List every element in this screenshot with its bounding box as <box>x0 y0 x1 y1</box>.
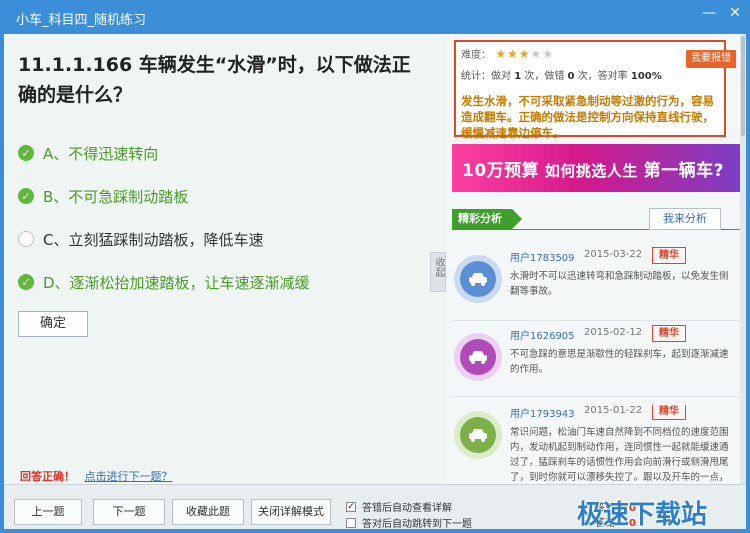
accuracy-value: 100% <box>630 71 662 82</box>
option-d-label: D、逐渐松抬加速踏板，让车速逐渐减缓 <box>43 273 310 292</box>
bottom-toolbar: 上一题 下一题 收藏此题 关闭详解模式 ✓ 答错后自动查看详解 答对后自动跳转到… <box>4 484 746 530</box>
comment-date: 2015-01-22 <box>584 405 643 416</box>
question-text: 11.1.1.166 车辆发生“水滑”时，以下做法正确的是什么？ <box>18 54 411 106</box>
comment-divider <box>452 320 740 321</box>
question-panel: 11.1.1.166 车辆发生“水滑”时，以下做法正确的是什么？ ✓ A、不得迅… <box>4 34 446 484</box>
comment-divider <box>452 396 740 397</box>
analysis-section-tag: 精彩分析 <box>452 209 522 229</box>
car-icon <box>460 261 496 297</box>
close-detail-mode-button[interactable]: 关闭详解模式 <box>251 499 331 525</box>
option-d[interactable]: ✓ D、逐渐松抬加速踏板，让车速逐渐减缓 <box>18 270 310 294</box>
comment-item: 用户1783509 2015-03-22 精华 水滑时不可以迅速转弯和急踩制动踏… <box>452 247 740 327</box>
banner-text-c: 第一辆车? <box>643 161 725 181</box>
wrong-count: 0 <box>567 71 575 82</box>
featured-badge: 精华 <box>652 325 686 342</box>
scrollbar-thumb[interactable] <box>741 36 745 136</box>
comment-date: 2015-03-22 <box>584 249 643 260</box>
main-content: 11.1.1.166 车辆发生“水滑”时，以下做法正确的是什么？ ✓ A、不得迅… <box>4 34 746 530</box>
collapse-label: 收起 <box>433 257 444 277</box>
featured-badge: 精华 <box>652 247 686 264</box>
check-icon: ✓ <box>18 274 34 290</box>
checkbox-icon <box>346 517 356 528</box>
stats-prefix: 统计：做对 <box>461 71 511 82</box>
comment-user[interactable]: 用户1793943 <box>510 405 575 420</box>
next-question-button[interactable]: 下一题 <box>93 499 165 525</box>
checkbox-label: 答错后自动查看详解 <box>362 503 452 514</box>
answer-result: 回答正确！ 点击进行下一题？ <box>20 468 173 484</box>
comment-item: 用户1793943 2015-01-22 精华 常识问题，松油门车速自然降到不同… <box>452 405 740 484</box>
my-analysis-button[interactable]: 我来分析 <box>649 208 721 230</box>
stats-mid1: 次，做错 <box>524 71 565 82</box>
difficulty-label: 难度： <box>461 50 491 61</box>
banner-text: 10万预算 如何挑选人生 第一辆车? <box>462 156 724 181</box>
next-question-link[interactable]: 点击进行下一题？ <box>85 470 173 483</box>
info-box: 难度： ★★★★★ 统计：做对 1 次，做错 0 次，答对率 100% 我要报错… <box>454 40 736 140</box>
comment-user[interactable]: 用户1626905 <box>510 327 575 342</box>
checkbox-icon: ✓ <box>346 501 356 512</box>
auto-view-detail-checkbox[interactable]: ✓ 答错后自动查看详解 <box>346 499 452 514</box>
prev-question-button[interactable]: 上一题 <box>14 499 82 525</box>
analysis-panel: 难度： ★★★★★ 统计：做对 1 次，做错 0 次，答对率 100% 我要报错… <box>446 34 746 484</box>
featured-badge: 精华 <box>652 405 686 420</box>
stats-mid2: 次，答对率 <box>577 71 628 82</box>
banner-text-a: 10万预算 <box>462 161 540 181</box>
watermark-logo: 极速下载站 <box>577 500 708 530</box>
comment-user[interactable]: 用户1783509 <box>510 249 575 264</box>
option-b[interactable]: ✓ B、不可急踩制动踏板 <box>18 184 188 208</box>
radio-icon <box>18 231 34 247</box>
star-icon: ★ <box>542 47 554 61</box>
star-icon: ★ <box>506 47 518 61</box>
option-c-label: C、立刻猛踩制动踏板，降低车速 <box>43 230 264 249</box>
avatar <box>454 333 502 381</box>
comment-date: 2015-02-12 <box>584 327 643 338</box>
stats-row: 统计：做对 1 次，做错 0 次，答对率 100% <box>461 67 662 82</box>
star-icon: ★ <box>518 47 530 61</box>
option-c[interactable]: C、立刻猛踩制动踏板，降低车速 <box>18 227 263 251</box>
banner-text-b: 如何挑选人生 <box>544 162 638 180</box>
collect-question-button[interactable]: 收藏此题 <box>172 499 244 525</box>
minimize-icon[interactable]: — <box>696 2 722 24</box>
comment-text: 常识问题，松油门车速自然降到不同档位的速度范围内，发动机起到制动作用，连同惯性一… <box>510 427 729 483</box>
star-icon: ★ <box>530 47 542 61</box>
difficulty-stars: ★★★★★ <box>494 47 554 61</box>
comment-item: 用户1626905 2015-02-12 精华 不可急踩的意思是渐歇性的轻踩刹车… <box>452 325 740 399</box>
check-icon: ✓ <box>18 188 34 204</box>
car-icon <box>460 417 496 453</box>
ad-banner[interactable]: 10万预算 如何挑选人生 第一辆车? <box>452 144 740 192</box>
close-icon[interactable]: ✕ <box>722 2 748 24</box>
comment-text: 不可急踩的意思是渐歇性的轻踩刹车，起到逐渐减速的作用。 <box>510 349 729 375</box>
car-icon <box>460 339 496 375</box>
difficulty-row: 难度： ★★★★★ <box>461 46 553 61</box>
check-icon: ✓ <box>18 145 34 161</box>
option-a-label: A、不得迅速转向 <box>43 144 159 163</box>
option-b-label: B、不可急踩制动踏板 <box>43 187 189 206</box>
explanation-text: 发生水滑，不可采取紧急制动等过激的行为，容易造成翻车。正确的做法是控制方向保持直… <box>461 94 714 140</box>
avatar <box>454 411 502 459</box>
auto-next-checkbox[interactable]: 答对后自动跳转到下一题 <box>346 515 472 530</box>
avatar <box>454 255 502 303</box>
confirm-button[interactable]: 确定 <box>18 311 88 337</box>
option-a[interactable]: ✓ A、不得迅速转向 <box>18 141 158 165</box>
window-title: 小车_科目四_随机练习 <box>16 13 147 28</box>
result-text: 回答正确！ <box>20 470 75 483</box>
report-error-button[interactable]: 我要报错 <box>686 50 736 68</box>
comment-text: 水滑时不可以迅速转弯和急踩制动踏板，以免发生侧翻等事故。 <box>510 271 729 297</box>
star-icon: ★ <box>495 47 506 61</box>
correct-count: 1 <box>514 71 522 82</box>
title-bar: 小车_科目四_随机练习 — ✕ <box>0 0 750 34</box>
checkbox-label: 答对后自动跳转到下一题 <box>362 519 472 530</box>
collapse-button[interactable]: 收起 <box>430 252 446 292</box>
